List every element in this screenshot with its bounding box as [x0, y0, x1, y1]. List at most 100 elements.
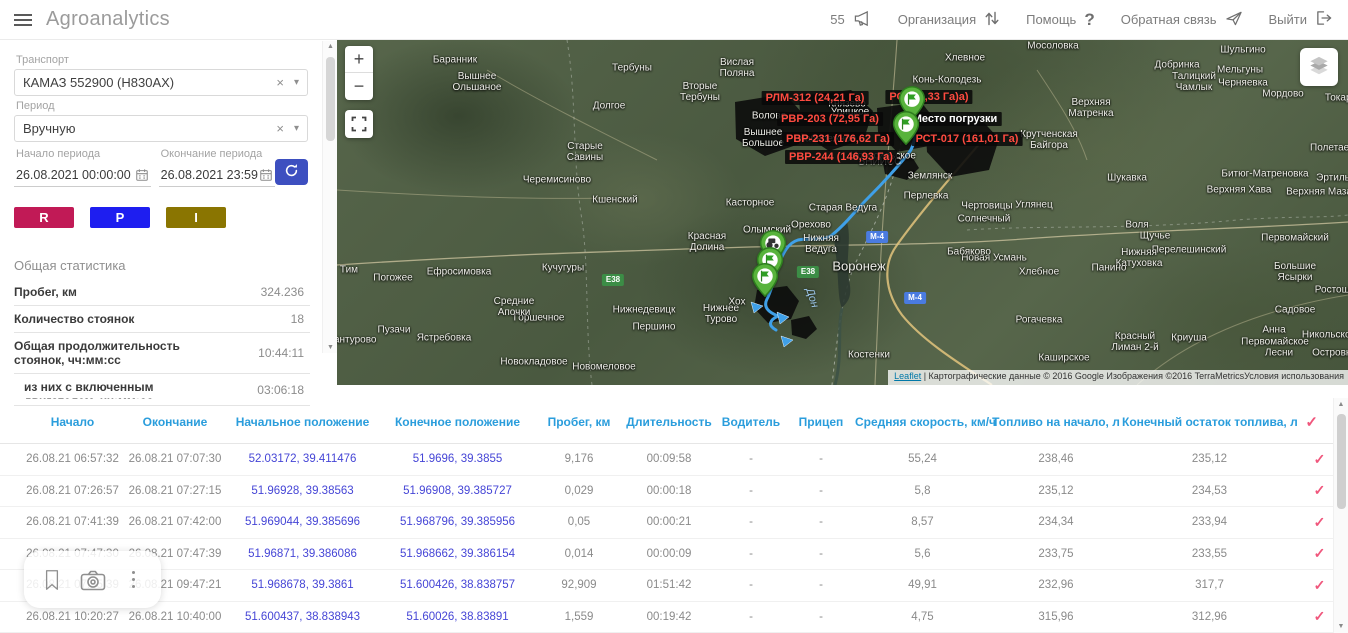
refresh-button[interactable] — [275, 159, 308, 185]
snapshot-button[interactable] — [79, 568, 107, 592]
cell-end-position-link[interactable]: 51.600426, 38.838757 — [380, 579, 535, 591]
period-value: Вручную — [23, 121, 276, 136]
column-header[interactable]: Пробег, км — [535, 415, 623, 429]
stat-label: из них с включенным двигателем, чч:мм:сс — [14, 380, 219, 399]
column-header[interactable]: Начальное положение — [225, 415, 380, 429]
cell-end-position-link[interactable]: 51.9696, 39.3855 — [380, 453, 535, 465]
stat-label: Пробег, км — [14, 285, 219, 299]
mode-button[interactable]: P — [90, 207, 150, 228]
cell-start-position-link[interactable]: 51.96928, 39.38563 — [225, 485, 380, 497]
place-label: Первомайский — [1261, 233, 1329, 244]
cell-duration: 00:00:18 — [623, 485, 715, 497]
floating-toolbar — [24, 551, 161, 608]
menu-icon[interactable] — [14, 11, 32, 29]
table-scrollbar[interactable]: ▲ ▼ — [1333, 398, 1348, 633]
cell-start-time: 26.08.21 07:26:57 — [20, 485, 125, 497]
field-marker-pin[interactable] — [751, 263, 779, 297]
clear-icon[interactable]: × — [276, 75, 284, 90]
trips-table: ✓ Начало Окончание Начальное положение К… — [0, 386, 1348, 633]
place-label: Землянск — [908, 171, 953, 182]
clear-icon[interactable]: × — [276, 121, 284, 136]
cell-duration: 00:19:42 — [623, 611, 715, 623]
nav-feedback[interactable]: Обратная связь — [1121, 10, 1243, 29]
cell-end-position-link[interactable]: 51.968662, 39.386154 — [380, 548, 535, 560]
field-marker-pin[interactable] — [892, 111, 920, 145]
place-label: Тим — [340, 265, 358, 276]
stat-value: 18 — [291, 312, 308, 326]
place-label: Ростоши — [1315, 285, 1348, 296]
column-header[interactable]: Топливо на начало, л — [990, 415, 1122, 429]
place-label: Нижняя Ведуга — [792, 233, 850, 255]
calendar-icon[interactable] — [135, 168, 149, 182]
table-row: 26.08.21 06:57:32 26.08.21 07:07:30 52.0… — [0, 444, 1348, 476]
cell-driver: - — [715, 548, 787, 560]
calendar-icon[interactable] — [259, 168, 273, 182]
place-label: Битюг-Матреновка — [1221, 169, 1308, 180]
bookmark-button[interactable] — [42, 567, 62, 593]
place-label: Лесни — [1265, 348, 1293, 359]
table-row: 26.08.21 07:41:39 26.08.21 07:42:00 51.9… — [0, 507, 1348, 539]
stats-title: Общая статистика — [14, 258, 310, 273]
column-header[interactable]: Начало — [20, 415, 125, 429]
scroll-down-icon[interactable]: ▼ — [323, 344, 338, 351]
cell-start-position-link[interactable]: 51.968678, 39.3861 — [225, 579, 380, 591]
cell-start-position-link[interactable]: 51.600437, 38.838943 — [225, 611, 380, 623]
place-label: Солнечный — [958, 214, 1011, 225]
header-nav: 55 Организация Помощь ? Обратная связь — [830, 10, 1348, 30]
place-label: Орехово — [791, 220, 831, 231]
column-header[interactable]: Конечный остаток топлива, л — [1122, 415, 1297, 429]
field-label: РЛМ-312 (24,21 Га) — [762, 91, 869, 105]
period-select[interactable]: Вручную × ▾ — [14, 115, 308, 142]
column-header[interactable]: Прицеп — [787, 415, 855, 429]
mode-button[interactable]: I — [166, 207, 226, 228]
period-start-input[interactable]: 26.08.2021 00:00:00 — [14, 163, 151, 187]
map-canvas[interactable]: Баранник Вышнее Ольшаное Тербуны Вислая … — [337, 40, 1348, 385]
place-label: Никольское — [1302, 330, 1348, 341]
transport-select[interactable]: КАМАЗ 552900 (Н830АХ) × ▾ — [14, 69, 308, 96]
mode-button[interactable]: R — [14, 207, 74, 228]
period-end-input[interactable]: 26.08.2021 23:59 — [159, 163, 276, 187]
select-all-check-icon[interactable]: ✓ — [1305, 413, 1318, 431]
cell-fuel-end: 235,12 — [1122, 453, 1297, 465]
scrollbar-thumb[interactable] — [1337, 414, 1346, 509]
cell-avg-speed: 5,6 — [855, 548, 990, 560]
cell-end-position-link[interactable]: 51.968796, 39.385956 — [380, 516, 535, 528]
scrollbar-thumb[interactable] — [326, 57, 335, 141]
place-label: Черемисиново — [523, 175, 591, 186]
sidebar-scrollbar[interactable]: ▲ ▼ — [322, 41, 337, 353]
stat-value: 324.236 — [261, 285, 308, 299]
column-header[interactable]: Средняя скорость, км/ч — [855, 415, 990, 429]
nav-organization[interactable]: Организация — [898, 10, 1000, 30]
scroll-up-icon[interactable]: ▲ — [323, 43, 338, 50]
cell-start-position-link[interactable]: 51.96871, 39.386086 — [225, 548, 380, 560]
cell-start-position-link[interactable]: 51.969044, 39.385696 — [225, 516, 380, 528]
column-header[interactable]: Окончание — [125, 415, 225, 429]
cell-start-position-link[interactable]: 52.03172, 39.411476 — [225, 453, 380, 465]
zoom-in-button[interactable]: + — [345, 46, 373, 73]
notifications-button[interactable]: 55 — [830, 10, 871, 30]
scroll-down-icon[interactable]: ▼ — [1334, 623, 1348, 630]
place-label: Большие Ясырки — [1264, 261, 1326, 283]
nav-help[interactable]: Помощь ? — [1026, 10, 1095, 30]
leaflet-link[interactable]: Leaflet — [894, 371, 921, 381]
place-label: Талицкий Чамлык — [1163, 71, 1225, 93]
table-row: 26.08.21 07:47:30 26.08.21 07:47:39 51.9… — [0, 539, 1348, 571]
field-label: РВР-231 (176,62 Га) — [782, 132, 894, 146]
nav-logout[interactable]: Выйти — [1269, 10, 1333, 29]
place-label: Черняевка — [1218, 78, 1268, 89]
more-options-button[interactable] — [124, 567, 143, 592]
column-header[interactable]: Водитель — [715, 415, 787, 429]
cell-fuel-end: 317,7 — [1122, 579, 1297, 591]
column-header[interactable]: Конечное положение — [380, 415, 535, 429]
fullscreen-button[interactable] — [345, 110, 373, 138]
place-label: Долгое — [593, 101, 626, 112]
cell-end-position-link[interactable]: 51.96908, 39.385727 — [380, 485, 535, 497]
scroll-up-icon[interactable]: ▲ — [1334, 401, 1348, 408]
chevron-down-icon: ▾ — [294, 123, 299, 134]
layers-button[interactable] — [1300, 48, 1338, 86]
cell-end-position-link[interactable]: 51.60026, 38.83891 — [380, 611, 535, 623]
place-label: Красная Долина — [678, 231, 736, 253]
zoom-out-button[interactable]: − — [345, 73, 373, 100]
app-title: Agroanalytics — [46, 8, 170, 31]
column-header[interactable]: Длительность — [623, 415, 715, 429]
